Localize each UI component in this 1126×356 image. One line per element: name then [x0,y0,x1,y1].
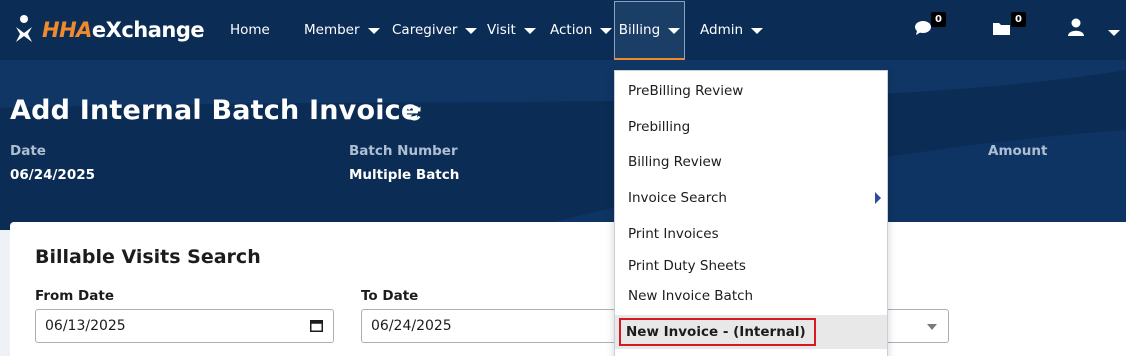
nav-caregiver[interactable]: Caregiver [392,0,478,60]
top-navbar: HHAeXchange Home Member Caregiver Visit … [0,0,1126,61]
billing-dropdown-menu: PreBilling Review Prebilling Billing Rev… [614,70,888,356]
calendar-icon[interactable] [310,319,323,332]
menu-item-print-duty-sheets[interactable]: Print Duty Sheets [615,249,887,283]
page-header-band [0,60,1126,230]
batch-number-label: Batch Number [349,143,458,159]
messages-badge: 0 [931,12,946,27]
batch-number-value: Multiple Batch [349,167,460,183]
amount-label: Amount [988,143,1048,159]
to-date-label: To Date [361,288,419,304]
nav-admin[interactable]: Admin [700,0,764,60]
user-icon[interactable] [1067,18,1085,41]
menu-item-new-invoice-batch[interactable]: New Invoice Batch [615,279,887,313]
chevron-down-icon [465,28,478,34]
folder-icon[interactable] [992,21,1012,40]
refresh-icon[interactable] [405,104,423,122]
logo-text: HHAeXchange [42,18,205,42]
nav-home[interactable]: Home [230,0,270,60]
nav-member[interactable]: Member [304,0,380,60]
submenu-arrow-icon [875,192,881,204]
nav-action[interactable]: Action [550,0,613,60]
chevron-down-icon [600,28,613,34]
user-menu-chevron-icon[interactable] [1108,30,1120,36]
hhaexchange-logo[interactable]: HHAeXchange [12,14,205,46]
logo-person-icon [12,15,36,45]
from-date-input[interactable]: 06/13/2025 [35,309,334,343]
chevron-down-icon [523,28,536,34]
date-value: 06/24/2025 [10,167,96,183]
menu-item-billing-review[interactable]: Billing Review [615,145,887,179]
filter-select[interactable] [880,309,949,343]
menu-item-prebilling[interactable]: Prebilling [615,110,887,144]
chevron-down-icon [751,28,764,34]
menu-item-prebilling-review[interactable]: PreBilling Review [615,74,887,108]
menu-item-invoice-search[interactable]: Invoice Search [615,181,887,215]
folder-badge: 0 [1011,12,1026,27]
select-chevron-icon [927,324,937,330]
menu-item-new-invoice-internal[interactable]: New Invoice - (Internal) [615,315,887,349]
menu-item-print-invoices[interactable]: Print Invoices [615,217,887,251]
chevron-down-icon [668,28,681,34]
date-label: Date [10,143,46,159]
chat-icon[interactable] [914,20,932,40]
chevron-down-icon [367,28,380,34]
card-title: Billable Visits Search [35,246,261,268]
page-title: Add Internal Batch Invoice [10,95,420,126]
to-date-input[interactable]: 06/24/2025 [361,309,614,343]
from-date-label: From Date [35,288,114,304]
nav-visit[interactable]: Visit [487,0,536,60]
nav-billing[interactable]: Billing [614,1,685,61]
